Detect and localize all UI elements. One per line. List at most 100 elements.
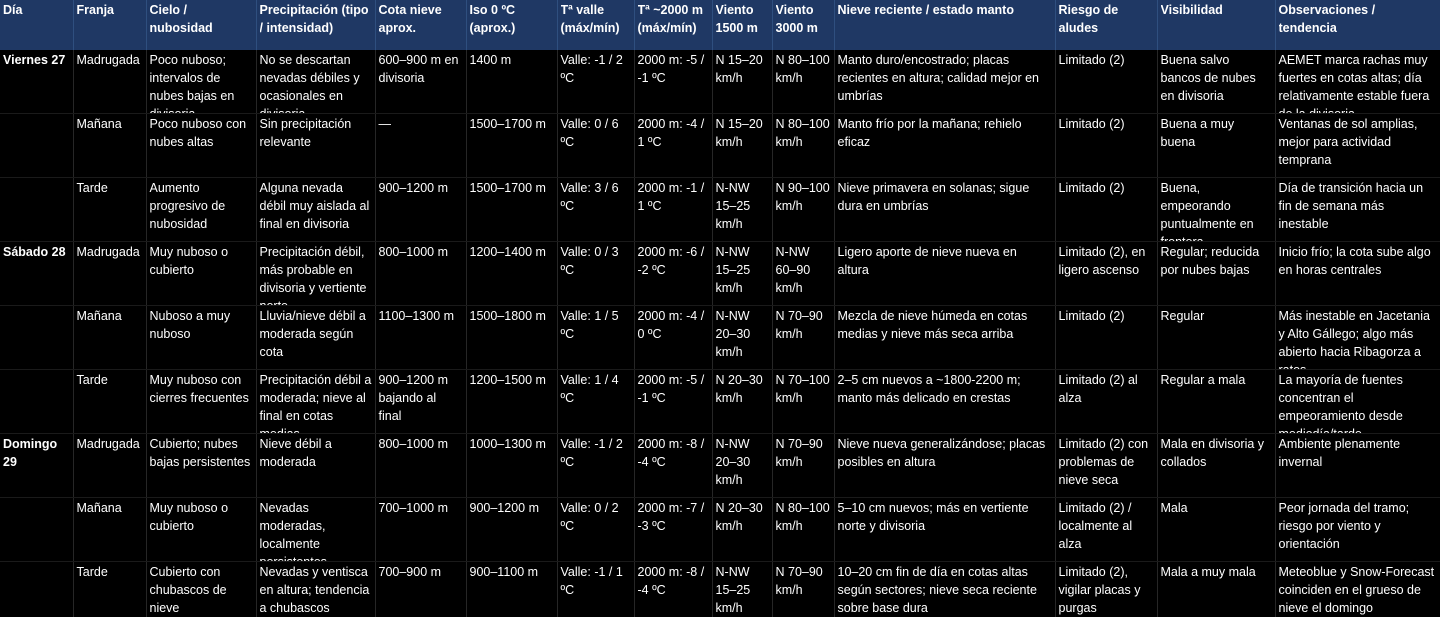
column-header-observaciones[interactable]: Observaciones / tendencia [1275, 0, 1440, 50]
cell-cota-nieve[interactable]: 900–1200 m [375, 177, 467, 242]
cell-cielo[interactable]: Aumento progresivo de nubosidad [146, 177, 257, 242]
cell-dia[interactable]: Domingo 29 [0, 433, 74, 498]
cell-riesgo[interactable]: Limitado (2) / localmente al alza [1055, 497, 1158, 562]
cell-dia[interactable] [0, 177, 74, 242]
cell-viento-3000[interactable]: N 70–90 km/h [772, 433, 835, 498]
cell-cota-nieve[interactable]: — [375, 113, 467, 178]
cell-cielo[interactable]: Cubierto; nubes bajas persistentes [146, 433, 257, 498]
cell-cielo[interactable]: Muy nuboso con cierres frecuentes [146, 369, 257, 434]
cell-iso0[interactable]: 1400 m [466, 50, 558, 114]
cell-dia[interactable]: Viernes 27 [0, 50, 74, 114]
cell-observaciones[interactable]: Ventanas de sol amplias, mejor para acti… [1275, 113, 1440, 178]
cell-riesgo[interactable]: Limitado (2) al alza [1055, 369, 1158, 434]
cell-riesgo[interactable]: Limitado (2) [1055, 113, 1158, 178]
cell-nieve[interactable]: Nieve primavera en solanas; sigue dura e… [834, 177, 1056, 242]
cell-riesgo[interactable]: Limitado (2) [1055, 305, 1158, 370]
cell-viento-1500[interactable]: N-NW 15–25 km/h [712, 561, 773, 617]
cell-iso0[interactable]: 1200–1400 m [466, 241, 558, 306]
cell-viento-1500[interactable]: N-NW 20–30 km/h [712, 433, 773, 498]
cell-franja[interactable]: Mañana [73, 113, 147, 178]
cell-precipitacion[interactable]: Lluvia/nieve débil a moderada según cota [256, 305, 376, 370]
cell-iso0[interactable]: 1500–1800 m [466, 305, 558, 370]
cell-visibilidad[interactable]: Buena, empeorando puntualmente en fronte… [1157, 177, 1276, 242]
column-header-franja[interactable]: Franja [73, 0, 147, 50]
cell-cielo[interactable]: Nuboso a muy nuboso [146, 305, 257, 370]
cell-nieve[interactable]: Manto frío por la mañana; rehielo eficaz [834, 113, 1056, 178]
cell-franja[interactable]: Madrugada [73, 241, 147, 306]
cell-franja[interactable]: Tarde [73, 177, 147, 242]
cell-t-2000[interactable]: 2000 m: -5 / -1 ºC [634, 50, 713, 114]
cell-cielo[interactable]: Muy nuboso o cubierto [146, 241, 257, 306]
cell-t-2000[interactable]: 2000 m: -8 / -4 ºC [634, 433, 713, 498]
cell-visibilidad[interactable]: Regular; reducida por nubes bajas [1157, 241, 1276, 306]
cell-dia[interactable] [0, 305, 74, 370]
cell-dia[interactable] [0, 369, 74, 434]
cell-cota-nieve[interactable]: 600–900 m en divisoria [375, 50, 467, 114]
cell-nieve[interactable]: Mezcla de nieve húmeda en cotas medias y… [834, 305, 1056, 370]
cell-visibilidad[interactable]: Regular a mala [1157, 369, 1276, 434]
cell-viento-3000[interactable]: N 70–90 km/h [772, 561, 835, 617]
cell-cota-nieve[interactable]: 800–1000 m [375, 241, 467, 306]
cell-observaciones[interactable]: Ambiente plenamente invernal [1275, 433, 1440, 498]
cell-riesgo[interactable]: Limitado (2) [1055, 50, 1158, 114]
cell-viento-1500[interactable]: N 20–30 km/h [712, 369, 773, 434]
cell-precipitacion[interactable]: Alguna nevada débil muy aislada al final… [256, 177, 376, 242]
cell-t-valle[interactable]: Valle: -1 / 2 ºC [557, 50, 635, 114]
cell-cota-nieve[interactable]: 800–1000 m [375, 433, 467, 498]
cell-dia[interactable] [0, 113, 74, 178]
cell-viento-3000[interactable]: N 80–100 km/h [772, 113, 835, 178]
cell-viento-3000[interactable]: N 80–100 km/h [772, 497, 835, 562]
cell-observaciones[interactable]: Más inestable en Jacetania y Alto Gálleg… [1275, 305, 1440, 370]
column-header-visibilidad[interactable]: Visibilidad [1157, 0, 1276, 50]
cell-franja[interactable]: Tarde [73, 561, 147, 617]
cell-precipitacion[interactable]: No se descartan nevadas débiles y ocasio… [256, 50, 376, 114]
cell-dia[interactable] [0, 561, 74, 617]
cell-observaciones[interactable]: Inicio frío; la cota sube algo en horas … [1275, 241, 1440, 306]
column-header-cielo[interactable]: Cielo / nubosidad [146, 0, 257, 50]
cell-precipitacion[interactable]: Sin precipitación relevante [256, 113, 376, 178]
cell-cielo[interactable]: Muy nuboso o cubierto [146, 497, 257, 562]
cell-t-valle[interactable]: Valle: 0 / 6 ºC [557, 113, 635, 178]
cell-nieve[interactable]: 5–10 cm nuevos; más en vertiente norte y… [834, 497, 1056, 562]
column-header-cota-nieve[interactable]: Cota nieve aprox. [375, 0, 467, 50]
cell-iso0[interactable]: 1500–1700 m [466, 113, 558, 178]
cell-viento-3000[interactable]: N 80–100 km/h [772, 50, 835, 114]
cell-precipitacion[interactable]: Nevadas moderadas, localmente persistent… [256, 497, 376, 562]
cell-franja[interactable]: Tarde [73, 369, 147, 434]
cell-visibilidad[interactable]: Buena a muy buena [1157, 113, 1276, 178]
cell-franja[interactable]: Madrugada [73, 50, 147, 114]
cell-cota-nieve[interactable]: 700–1000 m [375, 497, 467, 562]
cell-dia[interactable] [0, 497, 74, 562]
cell-nieve[interactable]: 2–5 cm nuevos a ~1800-2200 m; manto más … [834, 369, 1056, 434]
cell-viento-3000[interactable]: N 90–100 km/h [772, 177, 835, 242]
cell-t-2000[interactable]: 2000 m: -4 / 1 ºC [634, 113, 713, 178]
cell-viento-3000[interactable]: N 70–100 km/h [772, 369, 835, 434]
column-header-precipitacion[interactable]: Precipitación (tipo / intensidad) [256, 0, 376, 50]
cell-viento-1500[interactable]: N 20–30 km/h [712, 497, 773, 562]
cell-t-valle[interactable]: Valle: 1 / 5 ºC [557, 305, 635, 370]
cell-iso0[interactable]: 1200–1500 m [466, 369, 558, 434]
cell-t-valle[interactable]: Valle: -1 / 1 ºC [557, 561, 635, 617]
cell-precipitacion[interactable]: Nieve débil a moderada [256, 433, 376, 498]
cell-t-2000[interactable]: 2000 m: -7 / -3 ºC [634, 497, 713, 562]
cell-viento-1500[interactable]: N-NW 20–30 km/h [712, 305, 773, 370]
cell-cielo[interactable]: Cubierto con chubascos de nieve [146, 561, 257, 617]
cell-visibilidad[interactable]: Mala [1157, 497, 1276, 562]
column-header-viento-1500[interactable]: Viento 1500 m [712, 0, 773, 50]
cell-t-2000[interactable]: 2000 m: -6 / -2 ºC [634, 241, 713, 306]
cell-iso0[interactable]: 900–1200 m [466, 497, 558, 562]
cell-iso0[interactable]: 1500–1700 m [466, 177, 558, 242]
cell-cielo[interactable]: Poco nuboso; intervalos de nubes bajas e… [146, 50, 257, 114]
column-header-iso0[interactable]: Iso 0 ºC (aprox.) [466, 0, 558, 50]
cell-iso0[interactable]: 1000–1300 m [466, 433, 558, 498]
column-header-riesgo[interactable]: Riesgo de aludes [1055, 0, 1158, 50]
cell-nieve[interactable]: Manto duro/encostrado; placas recientes … [834, 50, 1056, 114]
cell-nieve[interactable]: Ligero aporte de nieve nueva en altura [834, 241, 1056, 306]
cell-visibilidad[interactable]: Mala en divisoria y collados [1157, 433, 1276, 498]
cell-visibilidad[interactable]: Mala a muy mala [1157, 561, 1276, 617]
cell-t-valle[interactable]: Valle: 3 / 6 ºC [557, 177, 635, 242]
cell-observaciones[interactable]: Peor jornada del tramo; riesgo por vient… [1275, 497, 1440, 562]
cell-t-valle[interactable]: Valle: 0 / 3 ºC [557, 241, 635, 306]
cell-viento-1500[interactable]: N 15–20 km/h [712, 50, 773, 114]
column-header-dia[interactable]: Día [0, 0, 74, 50]
